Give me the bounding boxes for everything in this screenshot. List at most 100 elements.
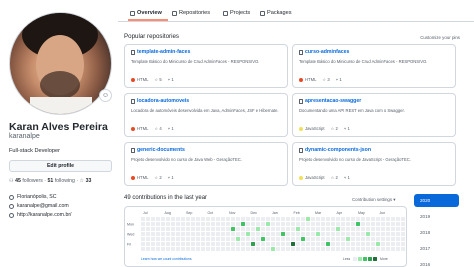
contribution-day[interactable] xyxy=(251,242,255,246)
contribution-day[interactable] xyxy=(351,247,355,251)
contribution-day[interactable] xyxy=(386,217,390,221)
repo-stars[interactable]: ☆ 2 xyxy=(331,175,338,180)
contribution-day[interactable] xyxy=(356,237,360,241)
contribution-day[interactable] xyxy=(361,217,365,221)
contribution-day[interactable] xyxy=(181,217,185,221)
contribution-day[interactable] xyxy=(331,222,335,226)
contribution-day[interactable] xyxy=(296,242,300,246)
contribution-day[interactable] xyxy=(211,247,215,251)
contribution-day[interactable] xyxy=(326,217,330,221)
contribution-day[interactable] xyxy=(246,217,250,221)
contribution-day[interactable] xyxy=(331,227,335,231)
contribution-day[interactable] xyxy=(266,247,270,251)
contribution-day[interactable] xyxy=(316,237,320,241)
contribution-day[interactable] xyxy=(176,247,180,251)
contribution-day[interactable] xyxy=(151,232,155,236)
contribution-day[interactable] xyxy=(386,232,390,236)
contribution-day[interactable] xyxy=(276,242,280,246)
contribution-day[interactable] xyxy=(391,242,395,246)
contribution-day[interactable] xyxy=(236,237,240,241)
contribution-day[interactable] xyxy=(326,237,330,241)
contribution-day[interactable] xyxy=(291,217,295,221)
contribution-day[interactable] xyxy=(196,227,200,231)
contribution-day[interactable] xyxy=(306,237,310,241)
contribution-day[interactable] xyxy=(331,232,335,236)
contribution-day[interactable] xyxy=(316,217,320,221)
contribution-day[interactable] xyxy=(326,227,330,231)
contribution-day[interactable] xyxy=(391,237,395,241)
repo-forks[interactable]: ⑂ 1 xyxy=(336,77,342,82)
contribution-day[interactable] xyxy=(156,232,160,236)
contribution-day[interactable] xyxy=(156,222,160,226)
contribution-day[interactable] xyxy=(361,247,365,251)
tab-repositories[interactable]: Repositories xyxy=(172,6,210,20)
contribution-day[interactable] xyxy=(301,227,305,231)
contribution-day[interactable] xyxy=(141,232,145,236)
contribution-day[interactable] xyxy=(341,227,345,231)
contribution-day[interactable] xyxy=(216,217,220,221)
contribution-day[interactable] xyxy=(331,217,335,221)
contribution-day[interactable] xyxy=(396,222,400,226)
contribution-day[interactable] xyxy=(311,237,315,241)
contribution-day[interactable] xyxy=(251,232,255,236)
contribution-day[interactable] xyxy=(266,227,270,231)
contribution-day[interactable] xyxy=(381,232,385,236)
contribution-day[interactable] xyxy=(276,227,280,231)
email-link[interactable]: karanalpe@gmail.com xyxy=(17,203,69,209)
contribution-day[interactable] xyxy=(216,237,220,241)
contribution-day[interactable] xyxy=(196,222,200,226)
contribution-day[interactable] xyxy=(396,242,400,246)
contribution-day[interactable] xyxy=(246,237,250,241)
contribution-day[interactable] xyxy=(356,222,360,226)
repo-forks[interactable]: ⑂ 1 xyxy=(168,77,174,82)
contribution-day[interactable] xyxy=(211,237,215,241)
contribution-day[interactable] xyxy=(216,227,220,231)
contribution-day[interactable] xyxy=(221,227,225,231)
contribution-day[interactable] xyxy=(396,227,400,231)
contribution-day[interactable] xyxy=(261,227,265,231)
contribution-day[interactable] xyxy=(156,247,160,251)
contribution-day[interactable] xyxy=(366,247,370,251)
contribution-day[interactable] xyxy=(401,242,405,246)
repo-name-link[interactable]: locadora-automoveis xyxy=(137,98,189,104)
contribution-day[interactable] xyxy=(261,217,265,221)
contribution-day[interactable] xyxy=(321,247,325,251)
contribution-day[interactable] xyxy=(281,232,285,236)
contribution-day[interactable] xyxy=(291,242,295,246)
contribution-day[interactable] xyxy=(371,242,375,246)
contribution-day[interactable] xyxy=(181,227,185,231)
contribution-day[interactable] xyxy=(206,247,210,251)
contribution-day[interactable] xyxy=(371,222,375,226)
contribution-day[interactable] xyxy=(341,242,345,246)
contribution-day[interactable] xyxy=(306,242,310,246)
contribution-day[interactable] xyxy=(366,227,370,231)
contribution-day[interactable] xyxy=(286,247,290,251)
contribution-day[interactable] xyxy=(206,242,210,246)
contribution-day[interactable] xyxy=(326,222,330,226)
contribution-day[interactable] xyxy=(166,222,170,226)
contribution-day[interactable] xyxy=(156,227,160,231)
contribution-day[interactable] xyxy=(161,222,165,226)
contribution-day[interactable] xyxy=(346,237,350,241)
contribution-day[interactable] xyxy=(236,242,240,246)
contribution-day[interactable] xyxy=(146,247,150,251)
contribution-day[interactable] xyxy=(376,237,380,241)
contribution-day[interactable] xyxy=(141,247,145,251)
contribution-day[interactable] xyxy=(211,227,215,231)
contribution-day[interactable] xyxy=(311,222,315,226)
repo-forks[interactable]: ⑂ 1 xyxy=(168,126,174,131)
contribution-day[interactable] xyxy=(346,222,350,226)
contribution-day[interactable] xyxy=(376,227,380,231)
contribution-day[interactable] xyxy=(231,247,235,251)
contribution-day[interactable] xyxy=(196,242,200,246)
contribution-day[interactable] xyxy=(366,232,370,236)
contribution-day[interactable] xyxy=(386,247,390,251)
contribution-day[interactable] xyxy=(271,242,275,246)
contribution-day[interactable] xyxy=(171,242,175,246)
contribution-day[interactable] xyxy=(166,247,170,251)
contribution-day[interactable] xyxy=(381,222,385,226)
contribution-day[interactable] xyxy=(351,232,355,236)
contribution-day[interactable] xyxy=(241,247,245,251)
contribution-day[interactable] xyxy=(316,227,320,231)
contribution-day[interactable] xyxy=(266,237,270,241)
